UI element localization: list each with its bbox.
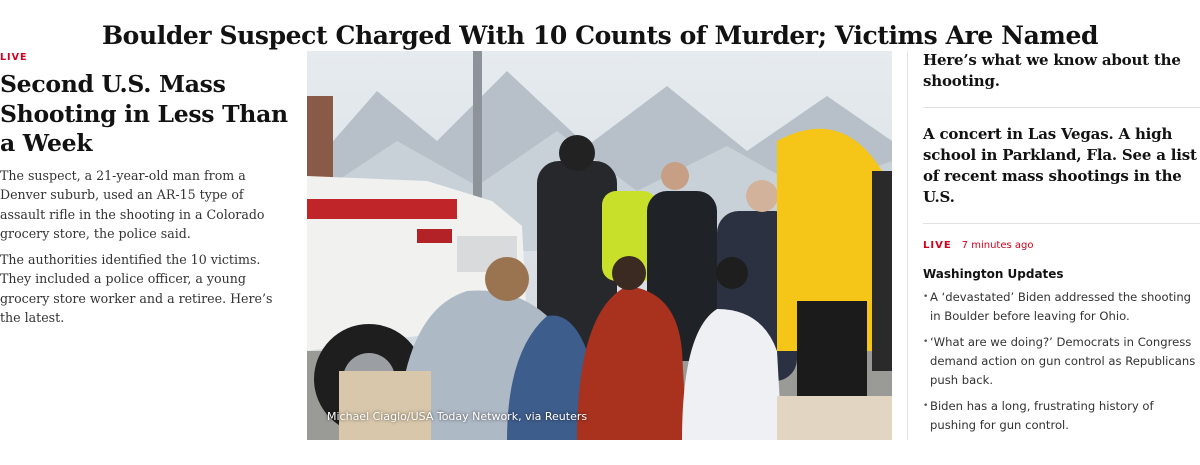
live-timestamp: 7 minutes ago xyxy=(961,240,1034,251)
list-item[interactable]: A ‘devastated’ Biden addressed the shoot… xyxy=(923,288,1200,326)
update-link[interactable]: A ‘devastated’ Biden addressed the shoot… xyxy=(930,290,1191,323)
left-story[interactable]: LIVE Second U.S. Mass Shooting in Less T… xyxy=(0,52,292,334)
updates-title[interactable]: Washington Updates xyxy=(923,267,1200,281)
photo-credit: Michael Ciaglo/USA Today Network, via Re… xyxy=(327,410,588,423)
divider-2 xyxy=(923,223,1200,224)
story-summary[interactable]: The suspect, a 21-year-old man from a De… xyxy=(0,166,292,244)
story-summary-latest[interactable]: The authorities identified the 10 victim… xyxy=(0,250,292,328)
right-column: Here’s what we know about the shooting. … xyxy=(923,50,1200,442)
lead-photo[interactable]: Michael Ciaglo/USA Today Network, via Re… xyxy=(307,51,892,440)
story-mass-shootings-list-link[interactable]: A concert in Las Vegas. A high school in… xyxy=(923,125,1197,206)
live-label: LIVE xyxy=(0,52,28,63)
column-divider xyxy=(907,51,908,440)
story-mass-shootings-list[interactable]: A concert in Las Vegas. A high school in… xyxy=(923,108,1200,223)
list-item[interactable]: Biden has a long, frustrating history of… xyxy=(923,397,1200,435)
live-indicator: LIVE 7 minutes ago xyxy=(923,240,1200,251)
update-link[interactable]: ‘What are we doing?’ Democrats in Congre… xyxy=(930,335,1195,387)
story-what-we-know[interactable]: Here’s what we know about the shooting. xyxy=(923,50,1200,107)
list-item[interactable]: ‘What are we doing?’ Democrats in Congre… xyxy=(923,333,1200,390)
update-link[interactable]: Biden has a long, frustrating history of… xyxy=(930,399,1154,432)
story-title[interactable]: Second U.S. Mass Shooting in Less Than a… xyxy=(0,70,292,159)
story-what-we-know-link[interactable]: Here’s what we know about the shooting. xyxy=(923,51,1181,90)
live-label: LIVE xyxy=(923,240,952,251)
updates-list: A ‘devastated’ Biden addressed the shoot… xyxy=(923,288,1200,435)
photo-illustration xyxy=(307,51,892,440)
